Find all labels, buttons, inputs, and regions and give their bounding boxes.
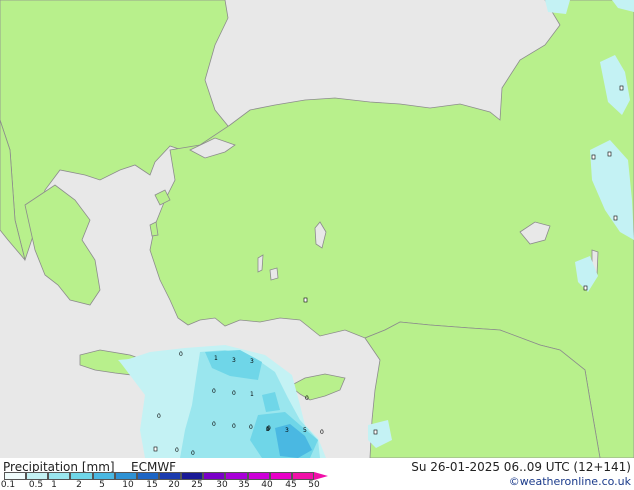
station-marker bbox=[303, 297, 308, 303]
scale-tick-label: 25 bbox=[191, 480, 203, 490]
color-scale-segment bbox=[225, 472, 248, 480]
station-value: 0 bbox=[175, 447, 179, 454]
station-value: 0 bbox=[305, 395, 309, 402]
station-value: 0 bbox=[191, 450, 195, 457]
scale-tick-label: 10 bbox=[122, 480, 134, 490]
map-area: 13300100000023500000 bbox=[0, 0, 634, 458]
scale-tick-label: 0.5 bbox=[28, 480, 44, 490]
scale-tick-label: 1 bbox=[51, 480, 57, 490]
scale-tick-label: 5 bbox=[99, 480, 105, 490]
precip-east-patch-4 bbox=[545, 0, 570, 14]
station-value: 3 bbox=[250, 358, 254, 365]
station-value: 0 bbox=[249, 424, 253, 431]
color-scale-segment bbox=[48, 472, 71, 480]
scale-tick-label: 40 bbox=[261, 480, 273, 490]
station-value: 0 bbox=[157, 413, 161, 420]
station-value: 3 bbox=[285, 427, 289, 434]
station-value: 0 bbox=[212, 421, 216, 428]
station-marker bbox=[591, 154, 596, 160]
scale-tick-label: 2 bbox=[76, 480, 82, 490]
landmass-greece-mainland bbox=[24, 184, 101, 306]
scale-tick-label: 35 bbox=[238, 480, 250, 490]
color-scale-segment bbox=[70, 472, 93, 480]
color-scale-bar bbox=[4, 472, 330, 480]
scale-tick-label: 15 bbox=[146, 480, 158, 490]
station-value: 1 bbox=[250, 391, 254, 398]
station-marker bbox=[153, 446, 158, 452]
color-scale-segment bbox=[92, 472, 115, 480]
color-scale-segment bbox=[181, 472, 204, 480]
station-value: 0 bbox=[212, 388, 216, 395]
station-marker bbox=[583, 285, 588, 291]
color-scale-arrow bbox=[314, 472, 328, 480]
color-scale-segment bbox=[136, 472, 159, 480]
station-marker bbox=[373, 429, 378, 435]
station-value: 0 bbox=[320, 429, 324, 436]
station-value: 2 bbox=[266, 426, 270, 433]
lake-egirdir bbox=[257, 254, 264, 273]
color-scale-segment bbox=[291, 472, 314, 480]
map-svg: 1 3 30 0 100 0 0 002 3 5 00000 bbox=[0, 0, 634, 458]
station-value: 0 bbox=[232, 390, 236, 397]
color-scale-segment bbox=[247, 472, 270, 480]
color-scale-segment bbox=[26, 472, 49, 480]
island-cyprus bbox=[289, 373, 346, 401]
color-scale-segment bbox=[269, 472, 292, 480]
station-marker bbox=[613, 215, 618, 221]
station-value: 5 bbox=[303, 427, 307, 434]
scale-tick-label: 50 bbox=[308, 480, 320, 490]
color-scale-segment bbox=[203, 472, 226, 480]
station-marker bbox=[619, 85, 624, 91]
site-credit: ©weatheronline.co.uk bbox=[508, 475, 631, 488]
station-marker bbox=[607, 151, 612, 157]
station-value: 3 bbox=[232, 357, 236, 364]
station-value: 0 bbox=[179, 351, 183, 358]
scale-tick-label: 45 bbox=[285, 480, 297, 490]
color-scale-segment bbox=[159, 472, 182, 480]
scale-tick-label: 0.1 bbox=[0, 480, 16, 490]
color-scale-segment bbox=[114, 472, 137, 480]
lake-beysehir bbox=[269, 267, 279, 281]
scale-tick-label: 30 bbox=[216, 480, 228, 490]
color-scale-segment bbox=[4, 472, 27, 480]
station-value: 0 bbox=[232, 423, 236, 430]
map-footer: Precipitation [mm] ECMWF Su 26-01-2025 0… bbox=[0, 458, 634, 490]
station-value: 1 bbox=[214, 355, 218, 362]
scale-tick-label: 20 bbox=[168, 480, 180, 490]
valid-time: Su 26-01-2025 06..09 UTC (12+141) bbox=[411, 460, 631, 474]
